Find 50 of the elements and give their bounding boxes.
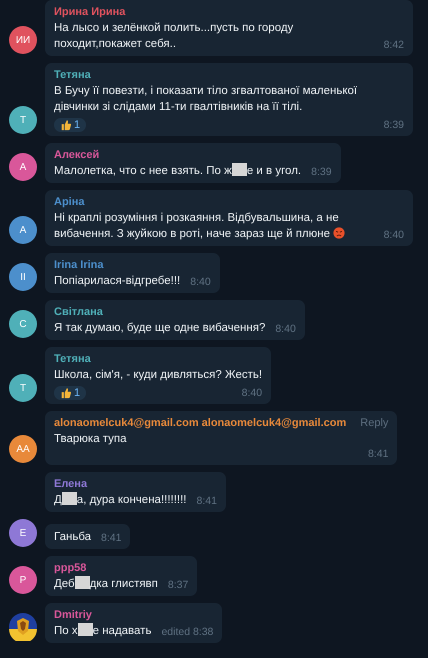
like-reaction[interactable]: 1 xyxy=(54,118,86,132)
message-text: Школа, сім'я, - куди дивляться? Жесть! xyxy=(54,368,262,383)
avatar[interactable]: P xyxy=(9,566,37,594)
author-name[interactable]: Світлана xyxy=(54,305,103,320)
message-time: 8:39 xyxy=(384,118,404,132)
message-text: Ганьба xyxy=(54,530,92,545)
message-text: Ні краплі розуміння і розкаяння. Відбувальшина, а не вибачення. З жуйкою в роті, наче зараз ще й плюне xyxy=(54,210,374,242)
avatar[interactable]: Т xyxy=(9,106,37,134)
avatar[interactable]: Е xyxy=(9,519,37,547)
author-name[interactable]: Тетяна xyxy=(54,68,91,83)
message-text: Малолетка, что с нее взять. По ж е и в угол. xyxy=(54,163,302,179)
avatar[interactable]: ИИ xyxy=(9,26,37,54)
like-reaction[interactable]: 1 xyxy=(54,386,86,400)
thumbs-up-icon xyxy=(60,387,72,399)
thumbs-up-icon xyxy=(60,119,72,131)
message-time: 8:41 xyxy=(101,531,122,545)
message-time: edited 8:38 xyxy=(161,625,214,639)
author-name[interactable]: Елена xyxy=(54,477,88,492)
message-time: 8:40 xyxy=(275,322,296,336)
message-time: 8:41 xyxy=(368,447,388,461)
message-time: 8:40 xyxy=(384,228,404,242)
avatar[interactable]: II xyxy=(9,263,37,291)
reply-link[interactable]: Reply xyxy=(360,416,388,431)
avatar[interactable]: А xyxy=(9,153,37,181)
message-text: Тварюка тупа xyxy=(54,432,128,447)
author-name[interactable]: ppp58 xyxy=(54,561,86,576)
author-name[interactable]: Dmitriy xyxy=(54,608,92,623)
message-time: 8:42 xyxy=(384,38,404,52)
message-time: 8:41 xyxy=(196,494,217,508)
author-name[interactable]: Аріна xyxy=(54,195,84,210)
avatar[interactable]: С xyxy=(9,310,37,338)
message-text: По х е надавать xyxy=(54,623,152,639)
message-time: 8:39 xyxy=(311,165,332,179)
author-name[interactable]: Тетяна xyxy=(54,352,91,367)
message-time: 8:40 xyxy=(190,275,211,289)
message-text: Д а, дура кончена!!!!!!!! xyxy=(54,492,187,508)
avatar[interactable]: AA xyxy=(9,435,37,463)
author-name[interactable]: Ирина Ирина xyxy=(54,5,126,20)
angry-emoji-icon xyxy=(333,227,346,239)
message-time: 8:37 xyxy=(168,578,188,592)
message-text: Попіарилася-відгребе!!! xyxy=(54,274,180,289)
author-name[interactable]: alonaomelcuk4@gmail.com alonaomelcuk4@gmail.com xyxy=(54,416,346,431)
avatar[interactable]: Т xyxy=(9,374,37,402)
message-text: В Бучу її повезти, і показати тіло згвалтованої маленької дівчинки зі слідами 11-ти гвалтівників на її тілі. xyxy=(54,84,358,115)
message-time: 8:40 xyxy=(242,386,262,400)
author-name[interactable]: Алексей xyxy=(54,148,100,163)
author-name[interactable]: Irina Irina xyxy=(54,258,104,273)
avatar[interactable]: А xyxy=(9,216,37,244)
message-text: Я так думаю, буде ще одне вибачення? xyxy=(54,321,266,336)
message-text: На лысо и зелёнкой полить...пусть по городу походит,покажет себя.. xyxy=(54,21,294,52)
